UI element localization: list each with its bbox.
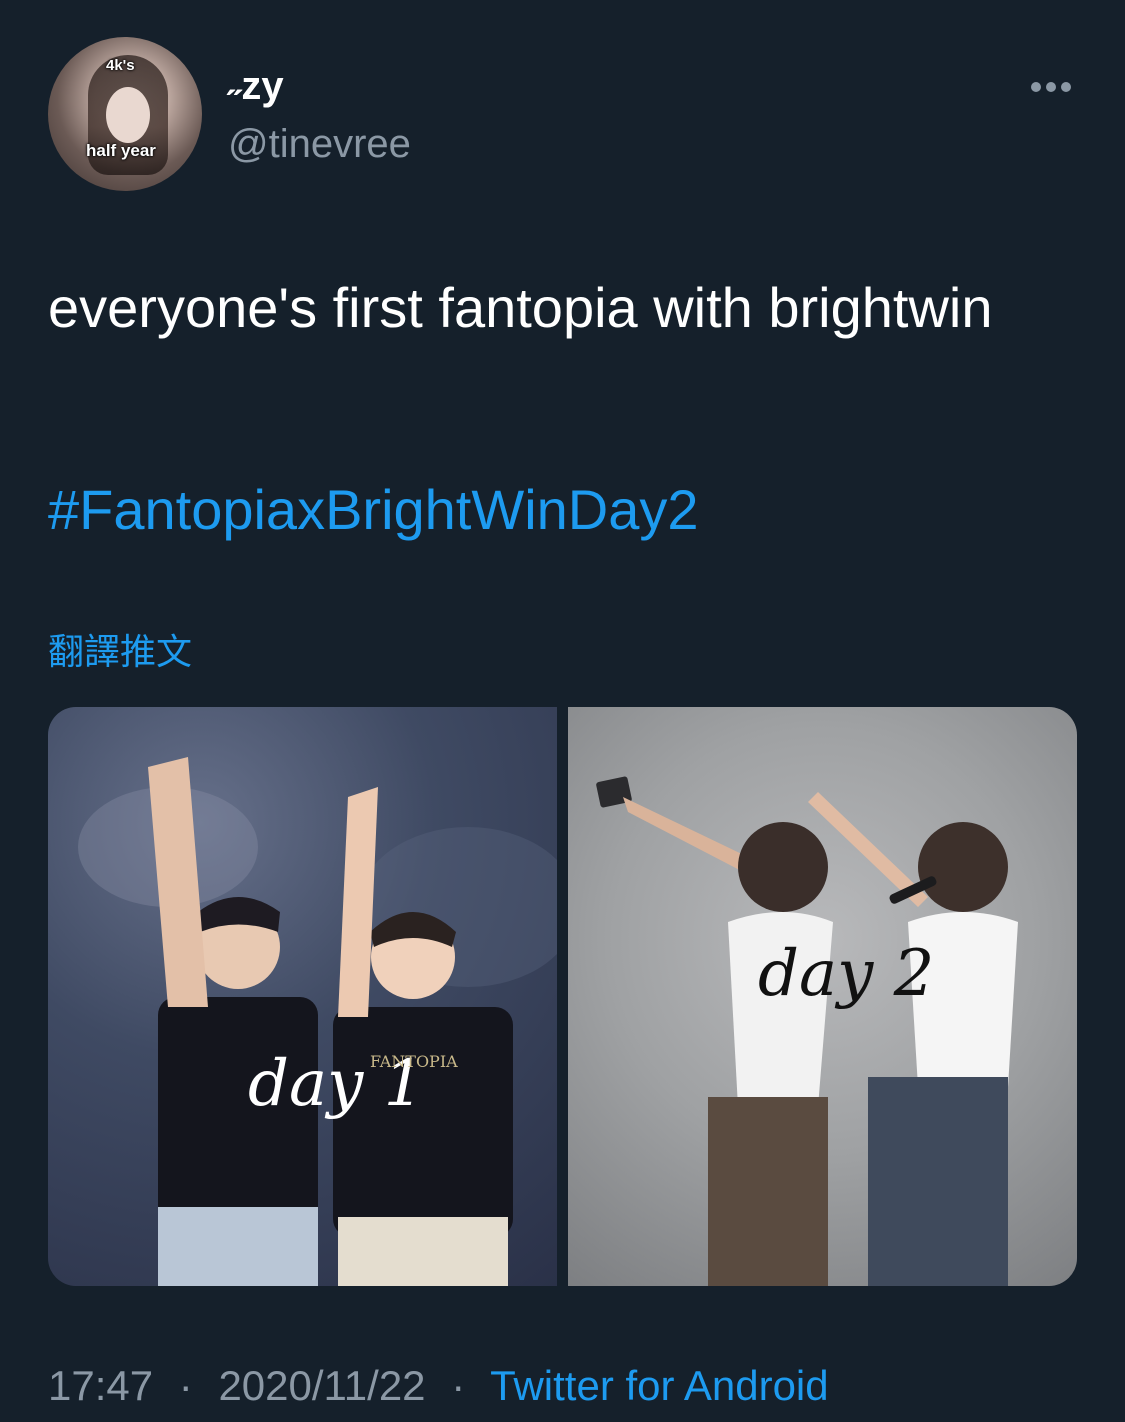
tweet-source-link[interactable]: Twitter for Android <box>490 1362 828 1409</box>
avatar-badge-bottom: half year <box>86 141 156 160</box>
photo-1-shirt-text: FANTOPIA <box>370 1052 458 1071</box>
meta-separator-1: · <box>178 1362 193 1409</box>
tweet-time: 17:47 <box>48 1362 154 1409</box>
photo-2-caption: day 2 <box>758 937 935 1011</box>
author-display-name[interactable]: ˶zy <box>228 62 284 110</box>
avatar-face <box>106 87 150 143</box>
author-handle[interactable]: @tinevree <box>228 120 411 168</box>
more-horizontal-icon[interactable] <box>1024 70 1076 104</box>
media-grid: day 1 FANTOPIA day 2 <box>48 707 1077 1286</box>
tweet-date: 2020/11/22 <box>218 1362 426 1409</box>
photo-1-illustration <box>78 757 557 1286</box>
meta-separator-2: · <box>451 1362 466 1409</box>
tweet-meta: 17:47 · 2020/11/22 · Twitter for Android <box>48 1358 829 1414</box>
more-icon-glyph <box>1031 82 1071 92</box>
photo-day-2[interactable]: day 2 <box>568 707 1077 1286</box>
translate-tweet-link[interactable]: 翻譯推文 <box>48 628 192 676</box>
avatar-badge-top: 4k's <box>106 57 135 74</box>
hashtag-link[interactable]: #FantopiaxBrightWinDay2 <box>48 474 699 546</box>
photo-day-1[interactable]: day 1 FANTOPIA <box>48 707 557 1286</box>
tweet-text: everyone's first fantopia with brightwin <box>48 276 993 339</box>
tweet-detail: 4k's half year ˶zy @tinevree everyone's … <box>0 0 1125 1422</box>
author-avatar[interactable]: 4k's half year <box>48 37 202 191</box>
